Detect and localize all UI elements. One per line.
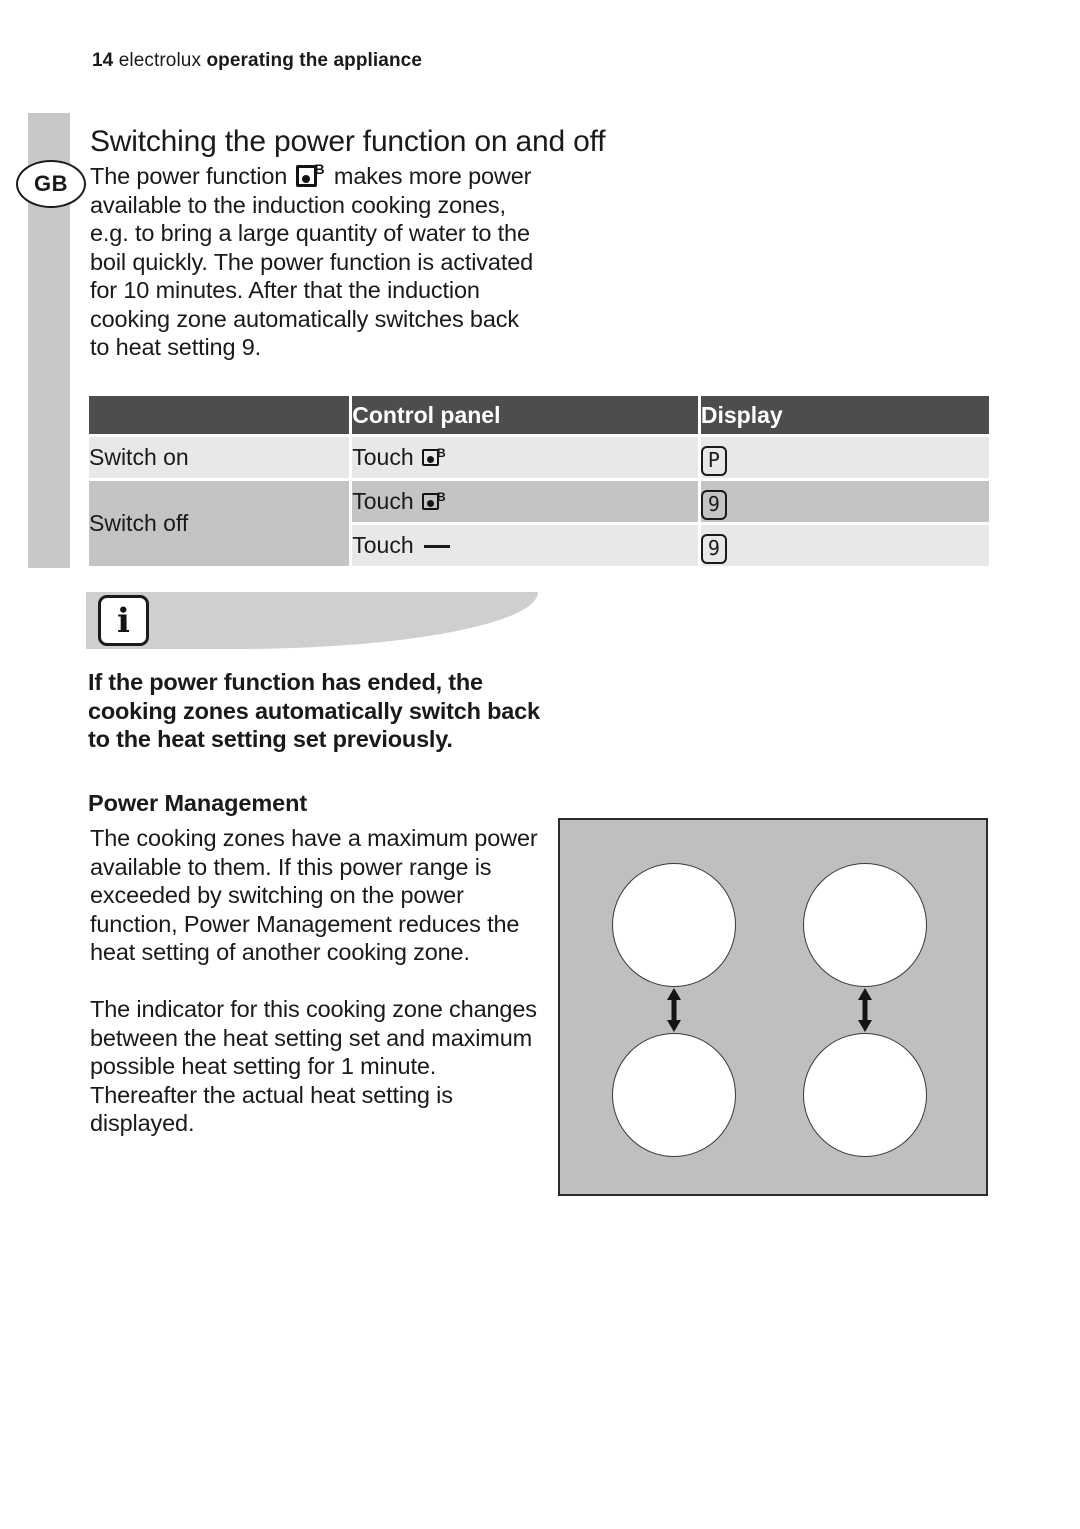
power-function-icon: B bbox=[295, 161, 326, 190]
display-segment-chip: 9 bbox=[700, 489, 727, 520]
power-function-icon: B bbox=[422, 447, 446, 469]
brand-name: electrolux bbox=[118, 50, 202, 71]
page-header: 14 electrolux operating the appliance bbox=[92, 50, 422, 72]
row-control-switch-off-a: Touch B bbox=[352, 481, 698, 522]
power-function-icon-b-glyph: B bbox=[437, 490, 446, 504]
power-management-paragraph-2: The indicator for this cooking zone chan… bbox=[90, 996, 537, 1136]
info-callout-banner: i bbox=[86, 592, 538, 649]
touch-label: Touch bbox=[352, 488, 414, 514]
power-function-icon-dot bbox=[427, 456, 435, 463]
cooking-zone-bottom-right bbox=[803, 1033, 927, 1157]
page-number: 14 bbox=[92, 50, 114, 71]
cooking-zone-top-left bbox=[612, 863, 736, 987]
touch-label: Touch bbox=[352, 532, 414, 558]
double-arrow-icon-right bbox=[858, 988, 872, 1032]
table-row: Switch on Touch B P bbox=[89, 437, 989, 478]
row-action-switch-on: Switch on bbox=[89, 437, 350, 478]
display-segment-chip: P bbox=[700, 445, 727, 476]
power-management-paragraph-1: The cooking zones have a maximum power a… bbox=[90, 825, 538, 965]
intro-paragraph: The power function B makes more power av… bbox=[90, 162, 542, 362]
intro-text-before-icon: The power function bbox=[90, 163, 294, 189]
language-badge: GB bbox=[16, 160, 86, 208]
row-action-switch-off: Switch off bbox=[89, 481, 350, 566]
row-display-switch-off-b: 9 bbox=[700, 525, 989, 566]
cooking-zone-top-right bbox=[803, 863, 927, 987]
control-panel-table: Control panel Display Switch on Touch B … bbox=[86, 396, 992, 566]
double-arrow-icon-left bbox=[667, 988, 681, 1032]
display-segment-chip: 9 bbox=[700, 533, 727, 564]
info-icon: i bbox=[98, 595, 149, 646]
page-title: Switching the power function on and off bbox=[90, 125, 606, 159]
table-row: Switch off Touch B 9 bbox=[89, 481, 989, 566]
power-function-icon: B bbox=[422, 491, 446, 513]
power-function-icon-dot bbox=[301, 175, 310, 183]
info-callout-text: If the power function has ended, the coo… bbox=[88, 669, 540, 752]
subheading-power-management: Power Management bbox=[88, 790, 308, 816]
intro-text-after-icon: makes more power available to the induct… bbox=[90, 163, 534, 360]
hob-diagram bbox=[558, 818, 988, 1196]
power-function-icon-dot bbox=[427, 500, 435, 507]
table-header-action bbox=[89, 396, 350, 434]
table-header-control-panel: Control panel bbox=[352, 396, 698, 434]
row-control-switch-on: Touch B bbox=[352, 437, 698, 478]
row-control-switch-off-b: Touch bbox=[352, 525, 698, 566]
table-header-display: Display bbox=[700, 396, 989, 434]
row-display-switch-off-a: 9 bbox=[700, 481, 989, 522]
cooking-zone-bottom-left bbox=[612, 1033, 736, 1157]
table-header-row: Control panel Display bbox=[89, 396, 989, 434]
row-display-switch-on: P bbox=[700, 437, 989, 478]
info-banner-shape bbox=[86, 592, 538, 649]
touch-label: Touch bbox=[352, 444, 414, 470]
minus-icon bbox=[424, 545, 451, 548]
power-function-icon-b-glyph: B bbox=[437, 446, 446, 460]
section-label: operating the appliance bbox=[206, 50, 423, 71]
power-function-icon-b-glyph: B bbox=[314, 161, 325, 177]
